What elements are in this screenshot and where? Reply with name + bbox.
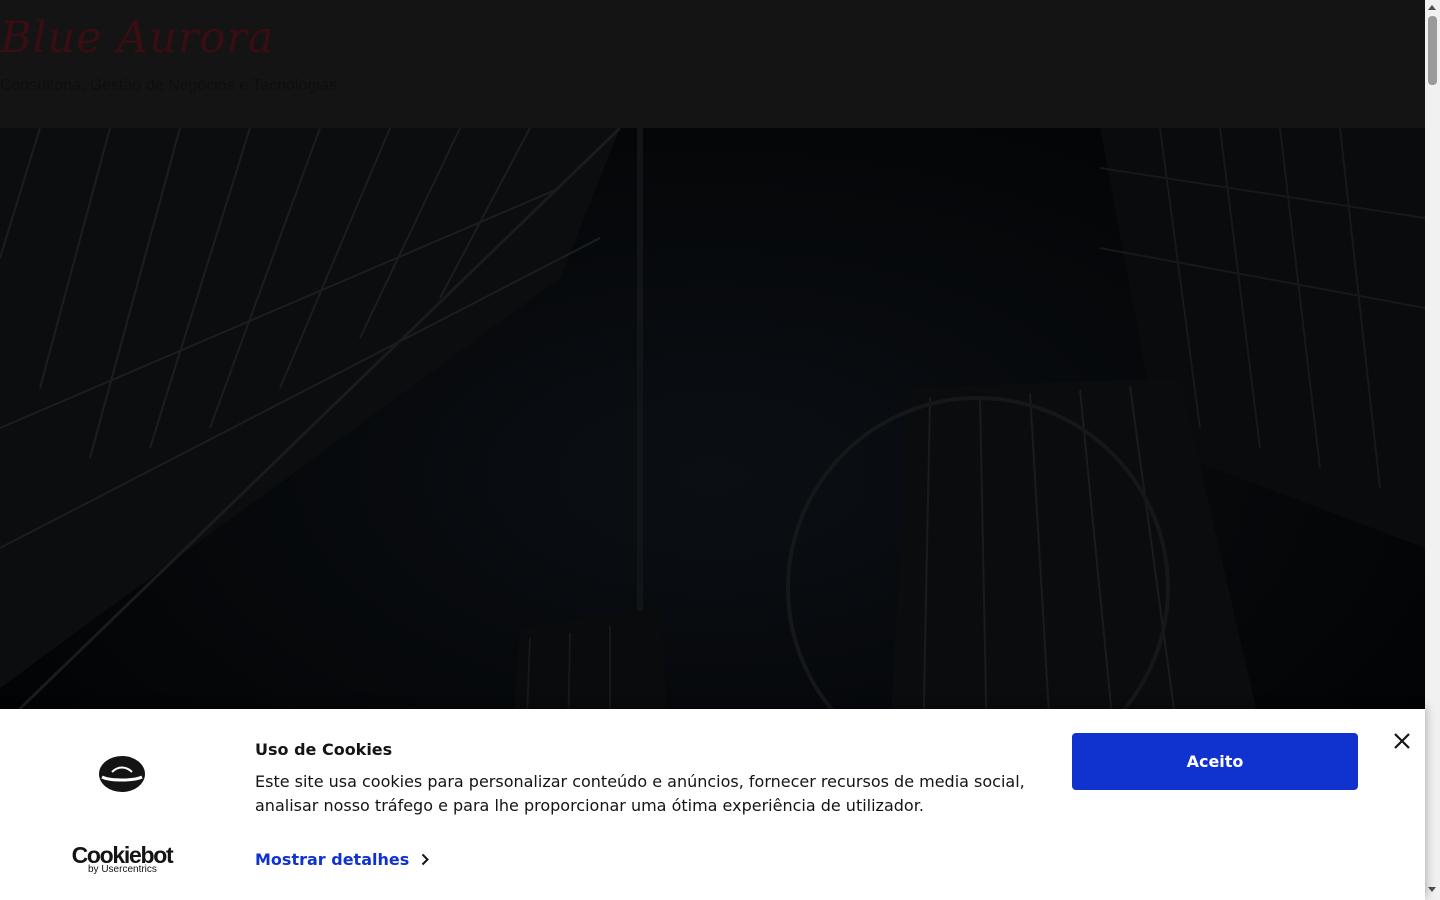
- cookie-banner-title: Uso de Cookies: [255, 740, 393, 759]
- page-scrollbar[interactable]: [1425, 0, 1440, 900]
- show-details-link[interactable]: Mostrar detalhes: [255, 850, 430, 869]
- close-icon: [1394, 733, 1410, 749]
- scroll-up-arrow-icon[interactable]: [1428, 5, 1436, 10]
- site-title[interactable]: Blue Aurora: [0, 10, 275, 66]
- cookie-banner-text: Este site usa cookies para personalizar …: [255, 772, 1025, 815]
- show-details-label: Mostrar detalhes: [255, 850, 410, 869]
- cookiebot-logo-icon: [99, 756, 145, 792]
- site-tagline: Consultoria, Gestão de Negócios e Tecnol…: [0, 77, 337, 94]
- scroll-thumb[interactable]: [1428, 16, 1437, 85]
- cookiebot-brand: Cookiebot by Usercentrics: [70, 843, 174, 875]
- accept-cookies-button[interactable]: Aceito: [1072, 733, 1358, 790]
- chevron-right-icon: [422, 853, 430, 866]
- close-banner-button[interactable]: [1390, 729, 1414, 753]
- scroll-down-arrow-icon[interactable]: [1428, 887, 1436, 892]
- site-header: Blue Aurora Consultoria, Gestão de Negóc…: [0, 0, 1425, 128]
